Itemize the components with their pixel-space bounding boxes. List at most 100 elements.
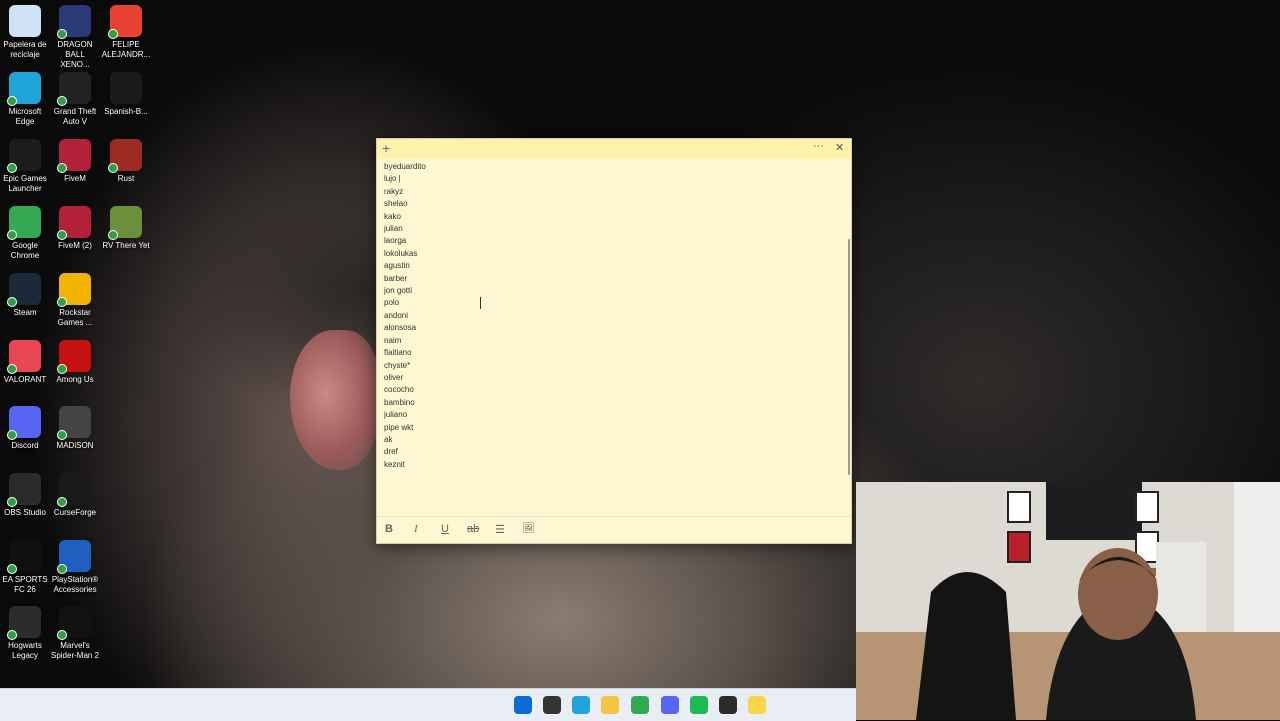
desktop-icon[interactable]: Marvel's Spider-Man 2	[50, 606, 100, 661]
discord-icon	[7, 406, 41, 440]
desktop-icon[interactable]: Epic Games Launcher	[0, 139, 50, 194]
note-line: julian	[384, 224, 403, 234]
desktop-icon-label: Grand Theft Auto V	[53, 107, 97, 126]
tv-shape	[1046, 482, 1142, 540]
spotify-icon[interactable]	[690, 696, 708, 714]
desktop-icon[interactable]: EA SPORTS FC 26	[0, 540, 50, 595]
spiderman-icon	[57, 606, 91, 640]
desktop-icon[interactable]: Discord	[0, 406, 50, 451]
add-image-button[interactable]: 🖼	[522, 523, 535, 534]
sync-check-icon	[57, 564, 67, 574]
madison-icon	[57, 406, 91, 440]
rockstar-icon	[57, 273, 91, 307]
close-note-button[interactable]: ✕	[835, 141, 844, 154]
curseforge-icon	[57, 473, 91, 507]
sync-check-icon	[7, 297, 17, 307]
valorant-icon	[7, 340, 41, 374]
discord-icon[interactable]	[661, 696, 679, 714]
desktop-icon[interactable]: Microsoft Edge	[0, 72, 50, 127]
desktop-icon-label: DRAGON BALL XENO...	[57, 40, 93, 69]
hogwarts-icon	[7, 606, 41, 640]
desktop-icon-label: FiveM	[64, 174, 86, 183]
desktop-icon[interactable]: Grand Theft Auto V	[50, 72, 100, 127]
note-line: dref	[384, 447, 398, 457]
desktop-icon[interactable]: DRAGON BALL XENO...	[50, 5, 100, 70]
epic-games-icon	[7, 139, 41, 173]
among-us-icon	[57, 340, 91, 374]
text-cursor-icon	[480, 297, 481, 309]
fivem-icon	[57, 139, 91, 173]
note-line: polo	[384, 298, 400, 308]
steam-icon	[7, 273, 41, 307]
desktop-icon[interactable]: FiveM (2)	[50, 206, 100, 251]
note-line: andoni	[384, 310, 409, 320]
note-line: ak	[384, 434, 393, 444]
note-scrollbar[interactable]	[848, 239, 850, 475]
note-line: rakyz	[384, 186, 404, 196]
rust-icon	[108, 139, 142, 173]
sync-check-icon	[108, 163, 118, 173]
desktop-icon-label: Microsoft Edge	[8, 107, 42, 126]
sync-check-icon	[108, 29, 118, 39]
sync-check-icon	[7, 163, 17, 173]
desktop-icon-label: Epic Games Launcher	[3, 174, 47, 193]
italic-button[interactable]: I	[414, 523, 418, 535]
gta-icon	[57, 72, 91, 106]
desktop-icon-label: PlayStation® Accessories	[51, 575, 99, 594]
note-line: byeduardito	[384, 162, 426, 171]
sticky-notes-icon[interactable]	[748, 696, 766, 714]
wallpaper-ear	[290, 330, 380, 470]
playstation-icon	[57, 540, 91, 574]
sync-check-icon	[57, 430, 67, 440]
bullet-list-button[interactable]: ☰	[495, 523, 505, 536]
desktop-icon[interactable]: Rust	[101, 139, 151, 184]
desktop-icon[interactable]: CurseForge	[50, 473, 100, 518]
sync-check-icon	[7, 564, 17, 574]
note-text-area[interactable]: byeduardito lujo | rakyz shelao kako julian la…	[384, 161, 843, 491]
bold-button[interactable]: B	[385, 523, 393, 535]
desktop-icon[interactable]: OBS Studio	[0, 473, 50, 518]
sticky-note-header: + ··· ✕	[377, 139, 851, 159]
desktop-icon[interactable]: RV There Yet	[101, 206, 151, 251]
note-line: lokolukas	[384, 248, 418, 258]
note-line: alonsosa	[384, 323, 417, 333]
search-icon[interactable]	[543, 696, 561, 714]
desktop-icon[interactable]: FELIPE ALEJANDR...	[101, 5, 151, 60]
note-menu-button[interactable]: ···	[813, 140, 824, 152]
desktop-icon[interactable]: Hogwarts Legacy	[0, 606, 50, 661]
desktop-icon[interactable]: Google Chrome	[0, 206, 50, 261]
folder-icon	[110, 72, 142, 104]
desktop-icon-label: Discord	[11, 441, 39, 450]
sync-check-icon	[57, 630, 67, 640]
note-line: barber	[384, 273, 408, 283]
desktop-icon-label: Marvel's Spider-Man 2	[50, 641, 100, 660]
strikethrough-button[interactable]: ab	[467, 523, 479, 535]
desktop-icon-label: EA SPORTS FC 26	[2, 575, 48, 594]
chrome-profile-icon	[108, 5, 142, 39]
webcam-scene	[856, 482, 1280, 720]
underline-button[interactable]: U	[441, 523, 449, 535]
desktop-icon[interactable]: Among Us	[50, 340, 100, 385]
desktop-icon[interactable]: MADiSON	[50, 406, 100, 451]
recycle-bin-icon	[9, 5, 41, 37]
chrome-icon[interactable]	[631, 696, 649, 714]
note-line: bambino	[384, 397, 415, 407]
file-explorer-icon[interactable]	[601, 696, 619, 714]
desktop-icon[interactable]: VALORANT	[0, 340, 50, 385]
desktop-icon[interactable]: PlayStation® Accessories	[50, 540, 100, 595]
desktop-icon[interactable]: FiveM	[50, 139, 100, 184]
sync-check-icon	[57, 297, 67, 307]
fc26-icon	[7, 540, 41, 574]
windows-start-icon[interactable]	[514, 696, 532, 714]
obs-icon	[7, 473, 41, 507]
edge-icon[interactable]	[572, 696, 590, 714]
sync-check-icon	[7, 630, 17, 640]
note-line: agustin	[384, 261, 410, 271]
desktop-icon[interactable]: Steam	[0, 273, 50, 318]
obs-icon[interactable]	[719, 696, 737, 714]
desktop-icon-label: Hogwarts Legacy	[8, 641, 42, 660]
desktop-icon[interactable]: Papelera de reciclaje	[0, 5, 50, 60]
add-note-button[interactable]: +	[382, 140, 390, 156]
desktop-icon[interactable]: Spanish-B...	[101, 72, 151, 117]
desktop-icon[interactable]: Rockstar Games ...	[50, 273, 100, 328]
